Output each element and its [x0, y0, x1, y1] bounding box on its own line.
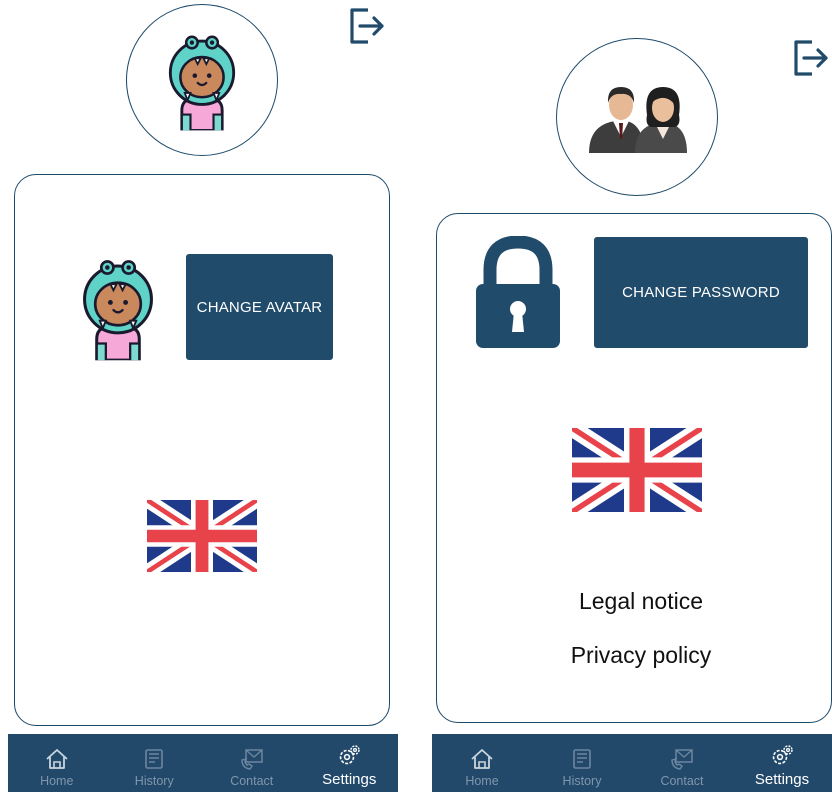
logout-icon[interactable] [790, 36, 830, 80]
uk-flag-icon[interactable] [147, 500, 257, 572]
home-icon [469, 746, 495, 772]
nav-history[interactable]: History [106, 734, 204, 792]
logout-icon[interactable] [346, 4, 386, 48]
nav-settings[interactable]: Settings [301, 734, 399, 792]
nav-label: Settings [754, 771, 810, 788]
settings-icon [769, 743, 795, 769]
nav-history[interactable]: History [532, 734, 632, 792]
nav-contact[interactable]: Contact [632, 734, 732, 792]
nav-label: History [562, 774, 602, 788]
history-icon [141, 746, 167, 772]
contact-icon [669, 746, 695, 772]
nav-home[interactable]: Home [432, 734, 532, 792]
nav-home[interactable]: Home [8, 734, 106, 792]
profile-avatar [556, 38, 718, 196]
kid-dino-avatar-icon [80, 252, 156, 362]
nav-label: Home [40, 774, 74, 788]
nav-label: Contact [660, 774, 704, 788]
nav-contact[interactable]: Contact [203, 734, 301, 792]
change-password-button[interactable]: CHANGE PASSWORD [594, 237, 808, 348]
bottom-nav: Home History Contact Settings [8, 734, 398, 792]
home-icon [44, 746, 70, 772]
nav-label: Settings [322, 771, 377, 788]
nav-settings[interactable]: Settings [732, 734, 832, 792]
history-icon [569, 746, 595, 772]
privacy-policy-link[interactable]: Privacy policy [436, 642, 832, 669]
contact-icon [239, 746, 265, 772]
nav-label: Contact [230, 774, 274, 788]
kid-dino-avatar-icon [166, 28, 238, 132]
settings-icon [336, 743, 362, 769]
couple-avatar-icon [589, 87, 687, 153]
lock-icon [476, 236, 560, 348]
legal-notice-link[interactable]: Legal notice [436, 588, 832, 615]
change-avatar-button[interactable]: CHANGE AVATAR [186, 254, 333, 360]
settings-screen-password: CHANGE PASSWORD Legal notice Privacy pol… [424, 0, 832, 792]
uk-flag-icon[interactable] [572, 428, 702, 512]
bottom-nav: Home History Contact Settings [432, 734, 832, 792]
nav-label: History [134, 774, 174, 788]
settings-screen-avatar: CHANGE AVATAR Home History Contact Setti… [0, 0, 400, 792]
profile-avatar [126, 4, 278, 156]
nav-label: Home [465, 774, 499, 788]
